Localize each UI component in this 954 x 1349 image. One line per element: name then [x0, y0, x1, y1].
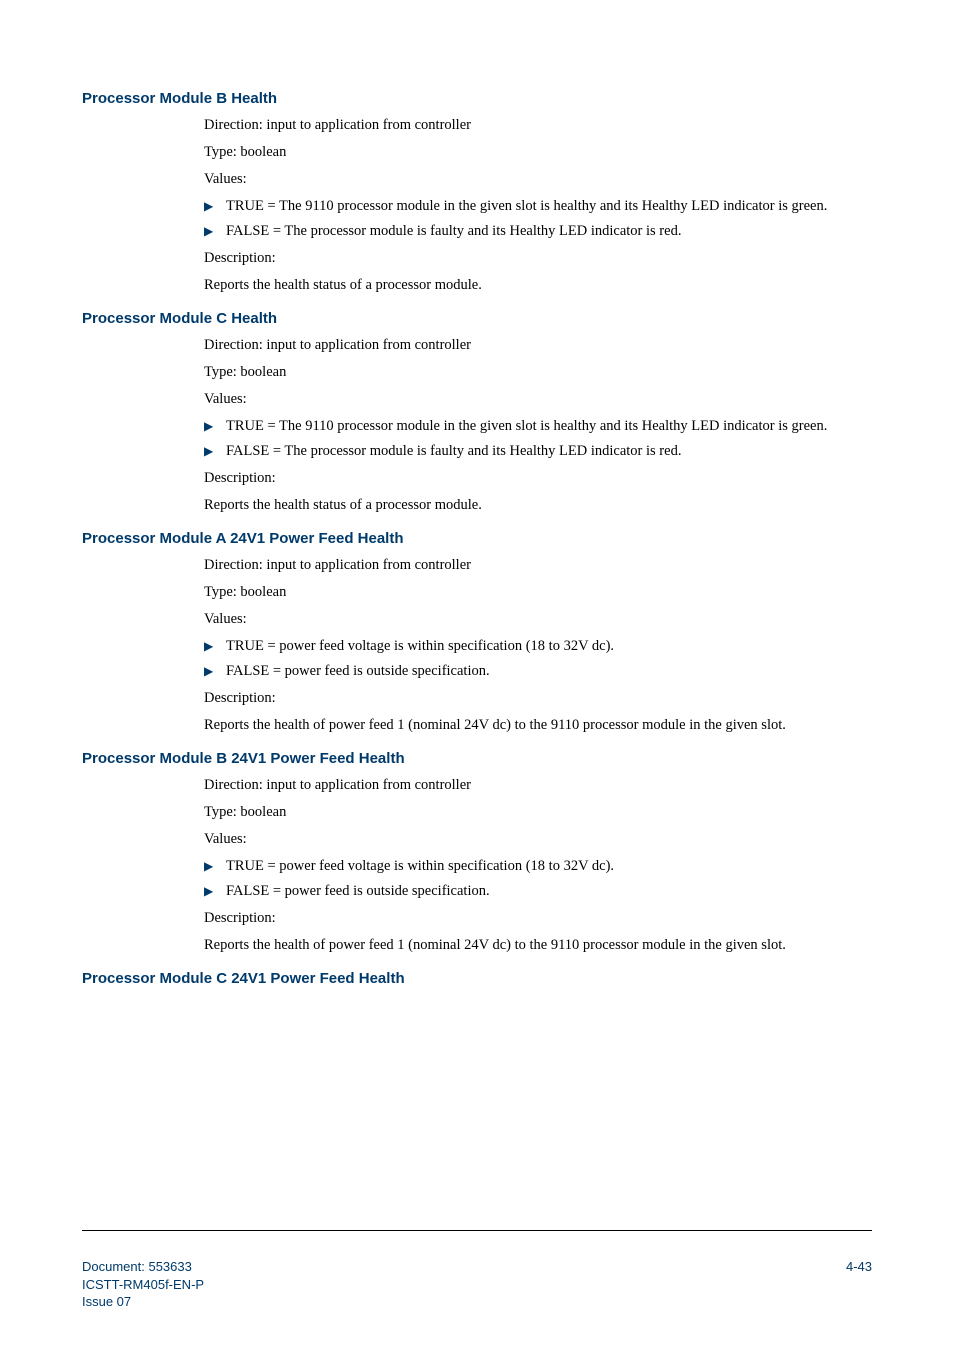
list-item: ▶ FALSE = The processor module is faulty … [204, 441, 872, 462]
list-item-text: TRUE = The 9110 processor module in the … [226, 418, 827, 434]
section-body-b-health: Direction: input to application from con… [204, 115, 872, 296]
section-heading-b-health: Processor Module B Health [82, 90, 872, 107]
list-item: ▶ FALSE = power feed is outside specifica… [204, 661, 872, 682]
footer-ref: ICSTT-RM405f-EN-P [82, 1276, 204, 1294]
direction-text: Direction: input to application from con… [204, 555, 872, 576]
list-item: ▶ FALSE = The processor module is faulty … [204, 221, 872, 242]
triangle-right-icon: ▶ [204, 663, 213, 680]
description-label: Description: [204, 908, 872, 929]
list-item-text: FALSE = The processor module is faulty a… [226, 223, 681, 239]
footer-issue: Issue 07 [82, 1293, 204, 1311]
list-item-text: FALSE = The processor module is faulty a… [226, 443, 681, 459]
section-heading-b-24v1: Processor Module B 24V1 Power Feed Healt… [82, 750, 872, 767]
triangle-right-icon: ▶ [204, 883, 213, 900]
triangle-right-icon: ▶ [204, 418, 213, 435]
type-text: Type: boolean [204, 582, 872, 603]
values-label: Values: [204, 609, 872, 630]
description-text: Reports the health of power feed 1 (nomi… [204, 715, 872, 736]
values-label: Values: [204, 169, 872, 190]
footer-divider [82, 1230, 872, 1231]
triangle-right-icon: ▶ [204, 198, 213, 215]
section-body-b-24v1: Direction: input to application from con… [204, 775, 872, 956]
triangle-right-icon: ▶ [204, 858, 213, 875]
direction-text: Direction: input to application from con… [204, 115, 872, 136]
list-item-text: FALSE = power feed is outside specificat… [226, 883, 490, 899]
list-item: ▶ TRUE = power feed voltage is within spe… [204, 636, 872, 657]
footer-doc-number: Document: 553633 [82, 1258, 204, 1276]
footer-left: Document: 553633 ICSTT-RM405f-EN-P Issue… [82, 1258, 204, 1311]
direction-text: Direction: input to application from con… [204, 335, 872, 356]
list-item-text: TRUE = power feed voltage is within spec… [226, 858, 614, 874]
direction-text: Direction: input to application from con… [204, 775, 872, 796]
values-list: ▶ TRUE = The 9110 processor module in the… [204, 416, 872, 462]
page-footer: Document: 553633 ICSTT-RM405f-EN-P Issue… [82, 1258, 872, 1311]
section-body-c-health: Direction: input to application from con… [204, 335, 872, 516]
triangle-right-icon: ▶ [204, 638, 213, 655]
list-item: ▶ TRUE = The 9110 processor module in the… [204, 196, 872, 217]
values-list: ▶ TRUE = power feed voltage is within spe… [204, 856, 872, 902]
section-heading-a-24v1: Processor Module A 24V1 Power Feed Healt… [82, 530, 872, 547]
list-item: ▶ TRUE = power feed voltage is within spe… [204, 856, 872, 877]
values-list: ▶ TRUE = power feed voltage is within spe… [204, 636, 872, 682]
list-item: ▶ TRUE = The 9110 processor module in the… [204, 416, 872, 437]
description-text: Reports the health status of a processor… [204, 495, 872, 516]
list-item-text: TRUE = The 9110 processor module in the … [226, 198, 827, 214]
values-label: Values: [204, 389, 872, 410]
description-label: Description: [204, 468, 872, 489]
type-text: Type: boolean [204, 362, 872, 383]
list-item: ▶ FALSE = power feed is outside specifica… [204, 881, 872, 902]
footer-page-number: 4-43 [846, 1258, 872, 1276]
description-label: Description: [204, 248, 872, 269]
section-heading-c-health: Processor Module C Health [82, 310, 872, 327]
triangle-right-icon: ▶ [204, 223, 213, 240]
section-body-a-24v1: Direction: input to application from con… [204, 555, 872, 736]
section-heading-c-24v1: Processor Module C 24V1 Power Feed Healt… [82, 970, 872, 987]
values-list: ▶ TRUE = The 9110 processor module in the… [204, 196, 872, 242]
type-text: Type: boolean [204, 802, 872, 823]
description-text: Reports the health of power feed 1 (nomi… [204, 935, 872, 956]
list-item-text: FALSE = power feed is outside specificat… [226, 663, 490, 679]
type-text: Type: boolean [204, 142, 872, 163]
description-text: Reports the health status of a processor… [204, 275, 872, 296]
description-label: Description: [204, 688, 872, 709]
values-label: Values: [204, 829, 872, 850]
triangle-right-icon: ▶ [204, 443, 213, 460]
list-item-text: TRUE = power feed voltage is within spec… [226, 638, 614, 654]
